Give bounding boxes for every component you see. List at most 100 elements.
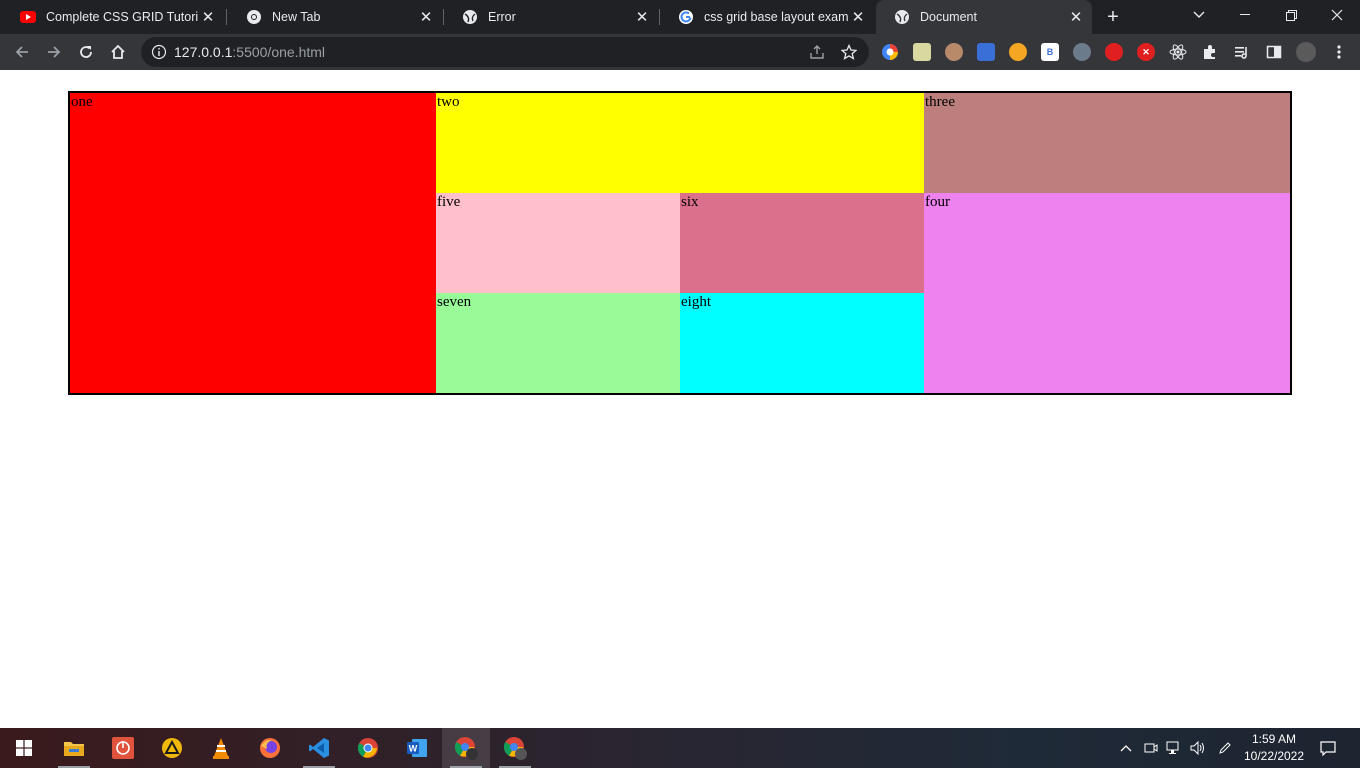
firefox-icon xyxy=(260,738,280,758)
new-tab-button[interactable]: + xyxy=(1100,5,1126,29)
restore-button[interactable] xyxy=(1268,0,1314,30)
color-picker-extension-icon[interactable] xyxy=(881,43,899,61)
url-path: :5500/one.html xyxy=(232,44,326,60)
profile-avatar[interactable] xyxy=(1296,42,1316,62)
network-button[interactable] xyxy=(1163,728,1185,768)
chrome-profile-icon xyxy=(454,737,478,760)
close-icon[interactable]: ✕ xyxy=(416,7,436,27)
close-icon[interactable]: ✕ xyxy=(848,7,868,27)
word-icon: W xyxy=(407,739,427,757)
reload-icon xyxy=(80,46,92,58)
screen-capture-extension-icon[interactable] xyxy=(977,43,995,61)
arrow-left-icon xyxy=(15,46,28,58)
notes-extension-icon[interactable] xyxy=(913,43,931,61)
grid-item-five: five xyxy=(436,193,680,293)
grid-item-six: six xyxy=(680,193,924,293)
taskbar-clock[interactable]: 1:59 AM 10/22/2022 xyxy=(1240,731,1308,765)
url-host: 127.0.0.1 xyxy=(174,44,233,60)
info-icon[interactable] xyxy=(151,44,167,60)
minimize-button[interactable] xyxy=(1222,0,1268,30)
pen-workspace-button[interactable] xyxy=(1214,728,1236,768)
tab-title: Document xyxy=(920,10,977,24)
url-text: 127.0.0.1:5500/one.html xyxy=(174,44,325,60)
chrome-icon xyxy=(357,738,378,758)
share-icon xyxy=(810,45,824,59)
grid-item-seven: seven xyxy=(436,293,680,393)
grid-item-four: four xyxy=(924,193,1290,393)
close-icon[interactable]: ✕ xyxy=(1066,7,1086,27)
tab-divider xyxy=(226,9,227,25)
tab-title: Complete CSS GRID Tutorial xyxy=(46,10,198,24)
compass-extension-icon[interactable] xyxy=(1009,43,1027,61)
meet-now-button[interactable] xyxy=(1140,728,1162,768)
stop-hand-extension-icon[interactable] xyxy=(1105,43,1123,61)
back-button[interactable] xyxy=(8,38,36,66)
notifications-button[interactable] xyxy=(1314,728,1342,768)
home-icon xyxy=(111,44,125,59)
arch-app-button[interactable] xyxy=(148,728,196,768)
avatar-extension-icon[interactable] xyxy=(945,43,963,61)
chrome-profile-icon xyxy=(503,737,527,760)
bookmark-button[interactable] xyxy=(835,38,863,66)
vscode-icon xyxy=(309,738,329,758)
share-button[interactable] xyxy=(803,38,831,66)
firefox-button[interactable] xyxy=(246,728,294,768)
folder-icon xyxy=(64,742,84,756)
tab-youtube[interactable]: Complete CSS GRID Tutorial ✕ xyxy=(2,0,224,34)
react-devtools-icon[interactable] xyxy=(1169,43,1187,61)
minimize-icon xyxy=(1240,14,1250,15)
star-icon xyxy=(841,44,857,60)
chrome-profile-1-button[interactable] xyxy=(442,728,490,768)
globe-icon xyxy=(462,9,478,25)
side-panel-icon[interactable] xyxy=(1265,43,1283,61)
chrome-profile-2-button[interactable] xyxy=(491,728,539,768)
tab-google-search[interactable]: css grid base layout example ✕ xyxy=(660,0,874,34)
tab-error[interactable]: Error ✕ xyxy=(444,0,658,34)
arrow-right-icon xyxy=(48,46,61,58)
media-control-icon[interactable] xyxy=(1233,43,1251,61)
speaker-icon xyxy=(1190,741,1204,755)
start-button[interactable] xyxy=(0,728,48,768)
volume-button[interactable] xyxy=(1187,728,1209,768)
windows-taskbar: W 1:59 AM 10/22/2022 xyxy=(0,728,1360,768)
chevron-up-icon xyxy=(1120,745,1132,752)
chrome-button[interactable] xyxy=(344,728,392,768)
address-bar[interactable]: 127.0.0.1:5500/one.html xyxy=(141,37,869,67)
svg-text:W: W xyxy=(409,744,418,754)
chevron-down-icon xyxy=(1193,11,1205,18)
more-menu-icon[interactable] xyxy=(1330,43,1348,61)
close-icon[interactable]: ✕ xyxy=(632,7,652,27)
clock-time: 1:59 AM xyxy=(1251,732,1297,746)
b-extension-icon[interactable]: B xyxy=(1041,43,1059,61)
search-extension-icon[interactable] xyxy=(1073,43,1091,61)
tab-new-tab[interactable]: New Tab ✕ xyxy=(228,0,442,34)
window-close-button[interactable] xyxy=(1314,0,1360,30)
chrome-icon xyxy=(246,9,262,25)
file-explorer-button[interactable] xyxy=(50,728,98,768)
grid-item-eight: eight xyxy=(680,293,924,393)
puzzle-icon[interactable] xyxy=(1201,43,1219,61)
reload-button[interactable] xyxy=(72,38,100,66)
vlc-button[interactable] xyxy=(197,728,245,768)
forward-button[interactable] xyxy=(40,38,68,66)
block-extension-icon[interactable]: ✕ xyxy=(1137,43,1155,61)
page-viewport: one two three five six four seven eight xyxy=(0,70,1360,728)
grid-item-two: two xyxy=(436,93,924,193)
grid-container: one two three five six four seven eight xyxy=(68,91,1292,395)
tab-title: css grid base layout example xyxy=(704,10,848,24)
home-button[interactable] xyxy=(104,38,132,66)
vscode-button[interactable] xyxy=(295,728,343,768)
pen-icon xyxy=(1219,742,1231,754)
browser-toolbar: 127.0.0.1:5500/one.html B ✕ xyxy=(0,34,1360,70)
tab-document[interactable]: Document ✕ xyxy=(876,0,1092,34)
network-icon xyxy=(1166,741,1179,754)
word-button[interactable]: W xyxy=(393,728,441,768)
power-icon xyxy=(112,737,134,759)
tray-overflow-button[interactable] xyxy=(1116,728,1136,768)
close-icon[interactable]: ✕ xyxy=(198,7,218,27)
tab-search-button[interactable] xyxy=(1176,0,1222,30)
close-icon xyxy=(1331,9,1343,21)
globe-icon xyxy=(894,9,910,25)
power-app-button[interactable] xyxy=(99,728,147,768)
windows-icon xyxy=(16,740,32,756)
